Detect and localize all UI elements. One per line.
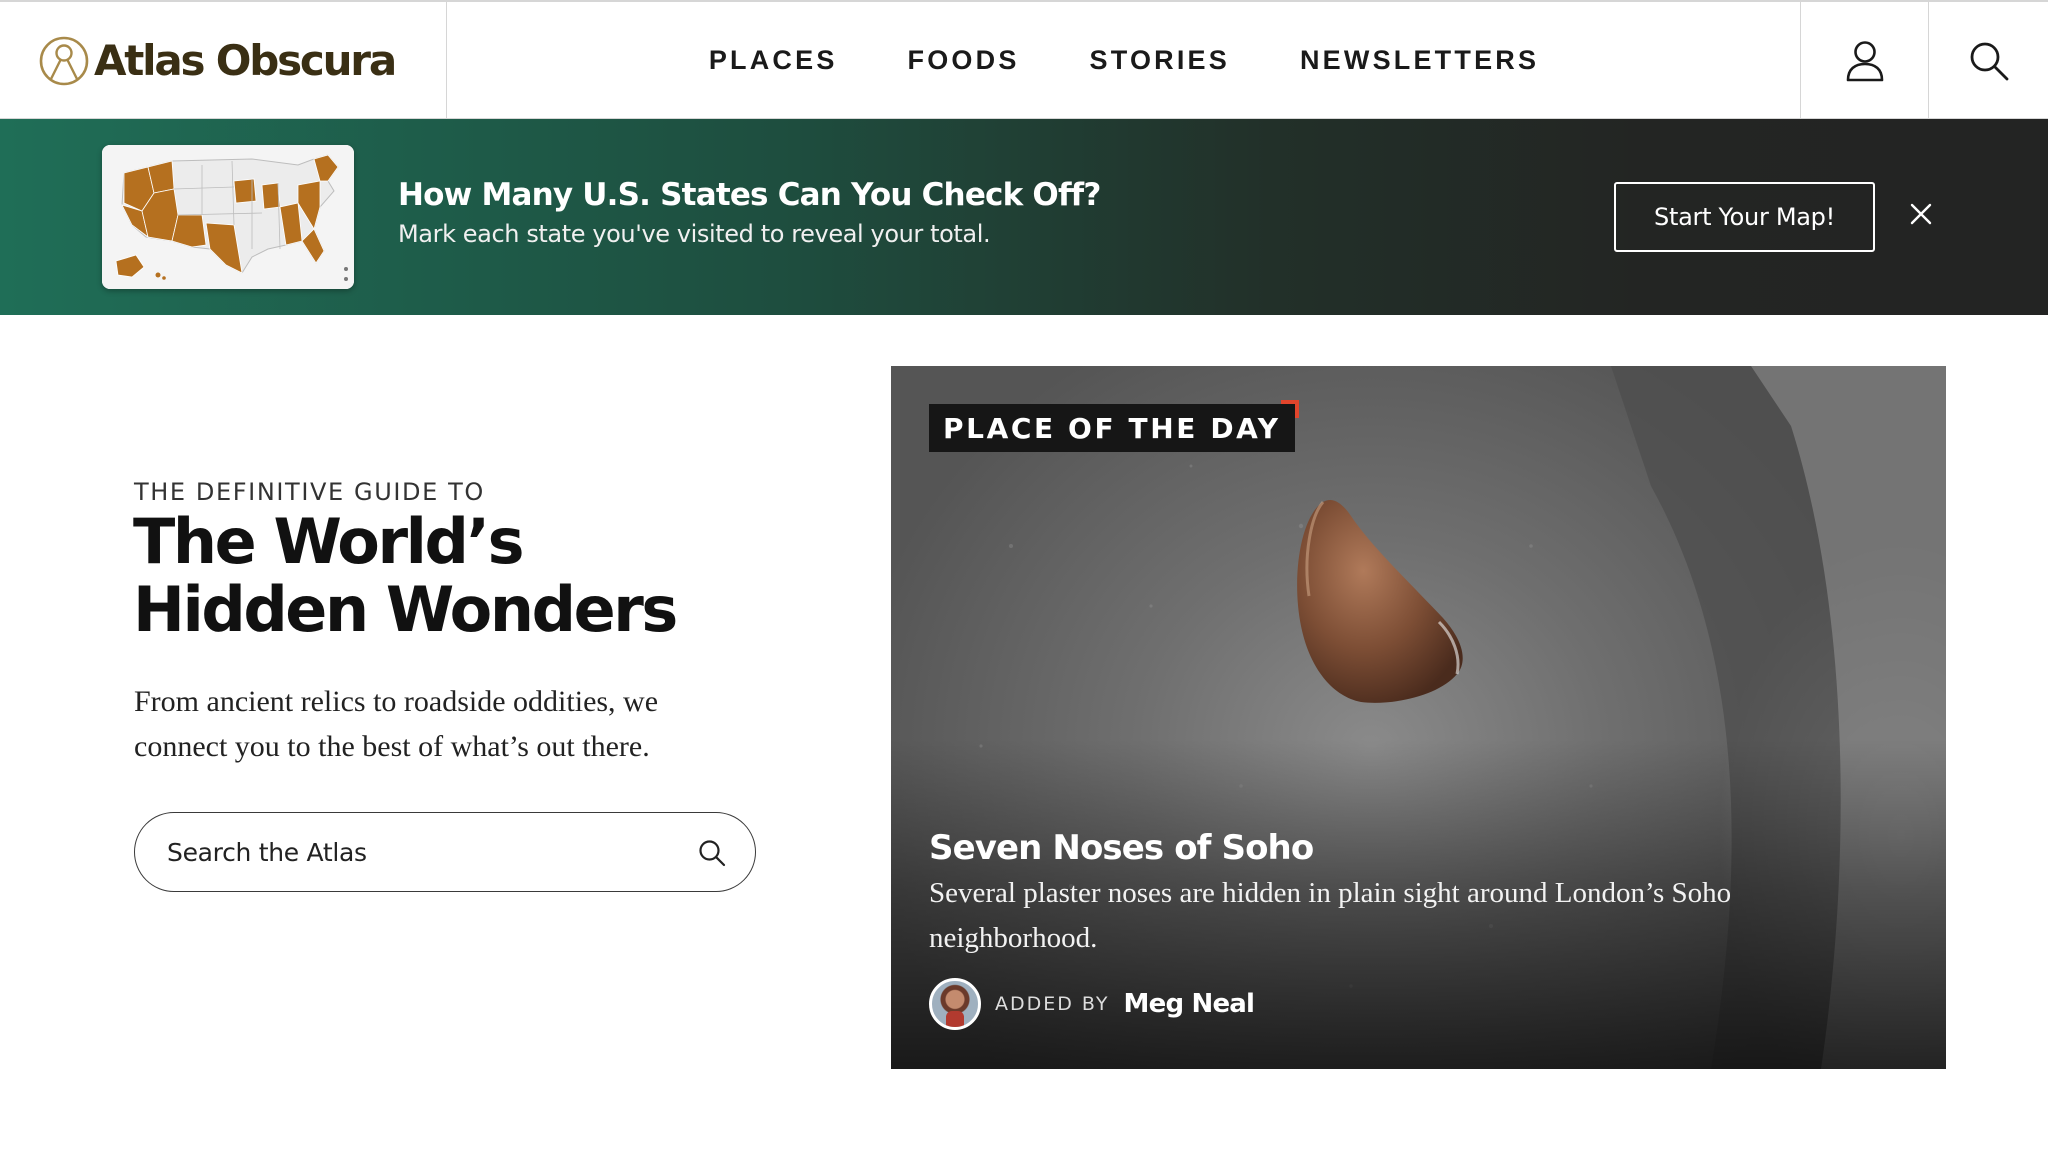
hero-description-line: From ancient relics to roadside oddities…	[134, 685, 659, 718]
atlas-search-input[interactable]: Search the Atlas	[134, 812, 756, 892]
state-map-promo-banner: How Many U.S. States Can You Check Off? …	[0, 119, 2048, 315]
author-name-link[interactable]: Meg Neal	[1124, 989, 1255, 1019]
site-header: Atlas Obscura PLACES FOODS STORIES NEWSL…	[0, 0, 2048, 119]
author-byline: ADDED BY Meg Neal	[929, 978, 1255, 1030]
badge-corner-accent	[1280, 400, 1299, 418]
hero-title-line: The World’s	[133, 505, 525, 578]
feature-description: Several plaster noses are hidden in plai…	[929, 871, 1829, 961]
search-icon[interactable]	[697, 838, 727, 868]
start-your-map-button[interactable]: Start Your Map!	[1614, 182, 1875, 252]
badge-label: PLACE OF THE DAY	[943, 411, 1281, 445]
nav-item-places[interactable]: PLACES	[709, 45, 838, 76]
site-logo[interactable]: Atlas Obscura	[0, 2, 447, 119]
search-icon	[1970, 42, 2008, 80]
account-button[interactable]	[1800, 2, 1928, 119]
hero-eyebrow: THE DEFINITIVE GUIDE TO	[134, 478, 485, 506]
hero-description: From ancient relics to roadside oddities…	[134, 679, 734, 769]
place-of-the-day-card[interactable]: PLACE OF THE DAY Seven Noses of Soho Sev…	[891, 366, 1946, 1069]
nav-item-foods[interactable]: FOODS	[908, 45, 1020, 76]
hero-title: The World’s Hidden Wonders	[133, 508, 733, 644]
header-search-button[interactable]	[1928, 2, 2048, 119]
us-states-map-thumbnail	[102, 145, 354, 289]
atlas-compass-logo-icon	[39, 36, 89, 85]
added-by-label: ADDED BY	[995, 993, 1110, 1015]
feature-description-line: neighborhood.	[929, 922, 1098, 954]
feature-description-line: Several plaster noses are hidden in plai…	[929, 877, 1732, 909]
hero-title-line: Hidden Wonders	[133, 573, 678, 646]
feature-title[interactable]: Seven Noses of Soho	[929, 828, 1314, 868]
logo-wordmark: Atlas Obscura	[94, 36, 397, 85]
banner-close-button[interactable]	[1904, 197, 1938, 231]
hero-description-line: connect you to the best of what’s out th…	[134, 730, 650, 763]
us-map-illustration	[102, 145, 354, 289]
main-nav: PLACES FOODS STORIES NEWSLETTERS	[447, 2, 1801, 119]
nav-item-stories[interactable]: STORIES	[1090, 45, 1230, 76]
user-icon	[1846, 40, 1883, 81]
search-placeholder: Search the Atlas	[167, 837, 367, 867]
banner-subtitle: Mark each state you've visited to reveal…	[398, 220, 991, 248]
banner-title: How Many U.S. States Can You Check Off?	[398, 177, 1101, 213]
nav-item-newsletters[interactable]: NEWSLETTERS	[1300, 45, 1539, 76]
avatar[interactable]	[929, 978, 981, 1030]
close-icon	[1910, 203, 1932, 225]
place-of-the-day-badge: PLACE OF THE DAY	[929, 400, 1299, 452]
